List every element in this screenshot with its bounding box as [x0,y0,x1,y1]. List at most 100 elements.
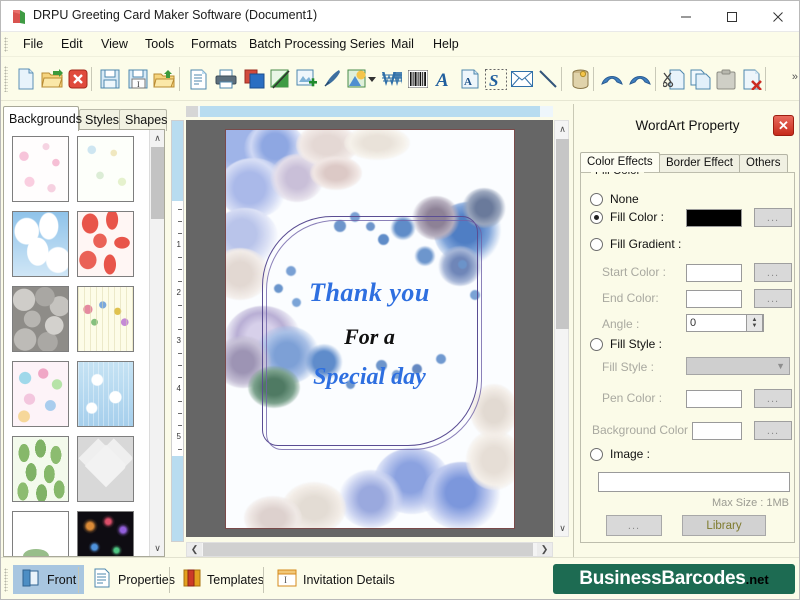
statusbar-item-templates[interactable]: Templates [175,565,272,594]
radio-fill-style[interactable] [590,338,603,351]
fill-color-icon[interactable] [267,65,293,93]
close-button[interactable] [755,1,800,32]
thumbnail-scroll-up-icon[interactable]: ∧ [150,130,165,146]
canvas-horizontal-ruler-scroll[interactable] [186,106,553,117]
fill-color-browse-button[interactable]: ... [754,208,792,227]
canvas-scroll-right-icon[interactable]: ❯ [537,543,552,556]
tab-color-effects[interactable]: Color Effects [580,152,660,172]
tab-others[interactable]: Others [739,154,788,172]
image-library-button[interactable]: Library [682,515,766,536]
menu-item-tools[interactable]: Tools [137,32,182,57]
thumb-fireworks[interactable] [77,511,134,557]
canvas-scroll-down-icon[interactable]: ∨ [555,520,570,536]
cut-icon[interactable] [661,65,687,93]
save-icon[interactable] [97,65,123,93]
thumb-snowflakes[interactable] [77,361,134,427]
toolbar-grip-handle[interactable] [4,66,8,92]
print-icon[interactable] [213,65,239,93]
thumb-floral-pastel[interactable] [12,361,69,427]
radio-fill-color[interactable] [590,211,603,224]
radio-image[interactable] [590,448,603,461]
greeting-card[interactable]: Thank you For a Special day [225,129,515,529]
shape-tool-dropdown-icon[interactable] [367,65,377,93]
paste-icon[interactable] [713,65,739,93]
thumb-strawberries[interactable] [77,211,134,277]
card-line-for-a[interactable]: For a [226,324,514,350]
thumb-confetti-stripes[interactable] [77,286,134,352]
tab-backgrounds[interactable]: Backgrounds [3,106,79,131]
card-line-thank-you[interactable]: Thank you [226,278,514,308]
page-setup-icon[interactable] [185,65,211,93]
spinner-down-icon[interactable]: ▼ [752,323,758,329]
radio-fill-gradient[interactable] [590,238,603,251]
horizontal-scroll-thumb-top[interactable] [200,106,540,117]
ruler-corner-button[interactable] [186,106,198,117]
angle-spinner[interactable]: ▲ ▼ [746,314,763,332]
line-tool-icon[interactable] [535,65,561,93]
thumbnail-scrollbar[interactable]: ∧ ∨ [149,130,164,556]
export-folder-icon[interactable] [151,65,177,93]
tab-styles[interactable]: Styles [79,109,121,131]
menu-item-help[interactable]: Help [425,32,467,57]
thumbnail-scroll-thumb[interactable] [151,147,164,219]
fill-style-select[interactable]: ▼ [686,357,790,375]
thumbnail-scroll-down-icon[interactable]: ∨ [150,540,165,556]
thumb-green-leaves[interactable] [12,511,69,557]
thumb-white-heart[interactable] [77,436,134,502]
thumb-baby-pink[interactable] [12,136,69,202]
card-canvas[interactable]: Thank you For a Special day [186,120,553,537]
background-color-swatch[interactable] [692,422,742,440]
menu-grip-handle[interactable] [4,37,8,52]
thumb-baby-pastel[interactable] [77,136,134,202]
close-document-icon[interactable] [65,65,91,93]
wordart-icon[interactable] [379,65,405,93]
start-color-browse-button[interactable]: ... [754,263,792,282]
background-color-browse-button[interactable]: ... [754,421,792,440]
canvas-vertical-scrollbar[interactable]: ∧ ∨ [554,120,569,537]
delete-icon[interactable] [739,65,765,93]
signature-icon[interactable]: S [483,65,509,93]
image-path-input[interactable] [598,472,790,492]
statusbar-item-invitation-details[interactable]: I Invitation Details [269,565,403,594]
card-layers-icon[interactable] [241,65,267,93]
menu-item-formats[interactable]: Formats [183,32,245,57]
new-document-icon[interactable] [13,65,39,93]
statusbar-item-front[interactable]: Front [13,565,84,594]
thumb-stones[interactable] [12,286,69,352]
redo-icon[interactable] [627,65,653,93]
canvas-vertical-scroll-thumb[interactable] [556,139,569,329]
text-tool-icon[interactable]: A [431,65,457,93]
menu-item-mail[interactable]: Mail [383,32,422,57]
minimize-button[interactable] [663,1,709,32]
canvas-horizontal-scroll-thumb[interactable] [203,543,533,556]
panel-close-button[interactable]: ✕ [773,115,794,136]
open-folder-icon[interactable] [39,65,65,93]
menu-item-file[interactable]: File [15,32,51,57]
thumb-pine-trees[interactable] [12,436,69,502]
canvas-scroll-up-icon[interactable]: ∧ [555,121,570,137]
barcode-icon[interactable] [405,65,431,93]
radio-none[interactable] [590,193,603,206]
menu-item-edit[interactable]: Edit [53,32,91,57]
undo-icon[interactable] [599,65,625,93]
tab-border-effect[interactable]: Border Effect [659,154,740,172]
statusbar-grip-handle[interactable] [4,568,8,592]
maximize-button[interactable] [709,1,755,32]
card-line-special-day[interactable]: Special day [226,364,514,391]
copy-icon[interactable] [687,65,713,93]
fill-color-swatch[interactable] [686,209,742,227]
thumb-clouds[interactable] [12,211,69,277]
canvas-horizontal-scrollbar[interactable]: ❮ ❯ [186,542,553,557]
pen-tool-icon[interactable] [319,65,345,93]
tab-shapes[interactable]: Shapes [119,109,167,131]
canvas-scroll-left-icon[interactable]: ❮ [187,543,202,556]
envelope-icon[interactable] [509,65,535,93]
save-as-icon[interactable]: I [125,65,151,93]
card-text-block[interactable]: Thank you For a Special day [226,278,514,391]
pen-color-browse-button[interactable]: ... [754,389,792,408]
insert-image-icon[interactable] [293,65,319,93]
start-color-swatch[interactable] [686,264,742,282]
text-box-icon[interactable]: A [457,65,483,93]
image-browse-button[interactable]: ... [606,515,662,536]
end-color-browse-button[interactable]: ... [754,289,792,308]
